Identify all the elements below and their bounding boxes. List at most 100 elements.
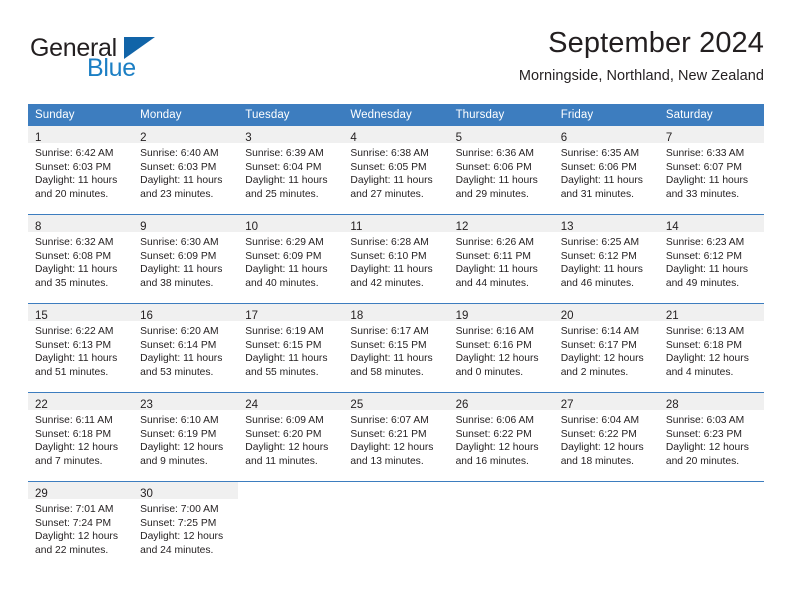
day-cell-empty bbox=[343, 481, 449, 570]
day-cell: 27 Sunrise: 6:04 AM Sunset: 6:22 PM Dayligh… bbox=[553, 392, 659, 482]
day-number: 30 bbox=[140, 488, 153, 500]
daylight-text-line2: and 2 minutes. bbox=[560, 366, 629, 378]
daylight-text-line2: and 29 minutes. bbox=[455, 188, 529, 200]
sunset-text: Sunset: 6:08 PM bbox=[35, 250, 112, 262]
daylight-text-line2: and 49 minutes. bbox=[665, 277, 740, 289]
day-cell: 4 Sunrise: 6:38 AM Sunset: 6:05 PM Daylight… bbox=[343, 126, 449, 215]
weekday-header-tuesday: Tuesday bbox=[238, 104, 344, 126]
sunrise-text: Sunrise: 6:11 AM bbox=[35, 415, 113, 426]
sunrise-text: Sunrise: 6:30 AM bbox=[140, 237, 219, 248]
sunset-text: Sunset: 6:23 PM bbox=[665, 428, 742, 440]
day-number: 22 bbox=[35, 399, 48, 411]
sunset-text: Sunset: 6:22 PM bbox=[455, 428, 532, 440]
daylight-text-line2: and 0 minutes. bbox=[455, 366, 524, 378]
day-cell: 11 Sunrise: 6:28 AM Sunset: 6:10 PM Dayligh… bbox=[343, 214, 449, 304]
sunset-text: Sunset: 6:05 PM bbox=[350, 161, 427, 173]
daylight-text-line2: and 51 minutes. bbox=[35, 366, 109, 378]
day-cell: 9 Sunrise: 6:30 AM Sunset: 6:09 PM Daylight… bbox=[133, 214, 239, 304]
sunrise-text: Sunrise: 6:26 AM bbox=[455, 237, 534, 248]
day-number: 24 bbox=[245, 399, 259, 411]
title-block: September 2024 Morningside, Northland, N… bbox=[519, 26, 764, 86]
brand-name-blue: Blue bbox=[87, 54, 136, 82]
daylight-text-line2: and 55 minutes. bbox=[245, 366, 319, 378]
sunrise-text: Sunrise: 6:25 AM bbox=[560, 237, 640, 248]
daylight-text-line2: and 18 minutes. bbox=[560, 455, 634, 467]
calendar-body: 1 Sunrise: 6:42 AM Sunset: 6:03 PM Daylight… bbox=[28, 126, 764, 570]
day-number: 19 bbox=[455, 310, 469, 322]
sunset-text: Sunset: 6:16 PM bbox=[455, 339, 532, 351]
sunrise-text: Sunrise: 6:06 AM bbox=[455, 415, 534, 426]
day-number: 2 bbox=[140, 132, 147, 144]
day-cell: 16 Sunrise: 6:20 AM Sunset: 6:14 PM Dayligh… bbox=[133, 303, 239, 393]
weekday-header-row: Sunday Monday Tuesday Wednesday Thursday… bbox=[28, 104, 764, 126]
sunrise-text: Sunrise: 6:10 AM bbox=[140, 415, 219, 426]
day-cell-empty bbox=[448, 481, 554, 570]
day-cell: 20 Sunrise: 6:14 AM Sunset: 6:17 PM Dayligh… bbox=[553, 303, 659, 393]
day-cell: 17 Sunrise: 6:19 AM Sunset: 6:15 PM Dayligh… bbox=[238, 303, 344, 393]
weekday-header-friday: Friday bbox=[553, 104, 659, 126]
sunrise-text: Sunrise: 6:23 AM bbox=[665, 237, 745, 248]
sunrise-text: Sunrise: 6:40 AM bbox=[140, 148, 219, 159]
sunrise-text: Sunrise: 6:19 AM bbox=[245, 326, 324, 337]
daylight-text-line2: and 27 minutes. bbox=[350, 188, 424, 200]
sunrise-text: Sunrise: 6:32 AM bbox=[35, 237, 114, 248]
sunrise-text: Sunrise: 6:28 AM bbox=[350, 237, 429, 248]
sunrise-sunset-calendar: Sunday Monday Tuesday Wednesday Thursday… bbox=[28, 104, 764, 570]
day-cell: 30 Sunrise: 7:00 AM Sunset: 7:25 PM Dayligh… bbox=[133, 481, 239, 570]
sunrise-text: Sunrise: 6:20 AM bbox=[140, 326, 219, 337]
daylight-text-line2: and 11 minutes. bbox=[245, 455, 318, 467]
day-number: 8 bbox=[35, 221, 42, 233]
sunset-text: Sunset: 6:22 PM bbox=[560, 428, 637, 440]
daylight-text-line2: and 46 minutes. bbox=[560, 277, 634, 289]
daylight-text-line2: and 25 minutes. bbox=[245, 188, 319, 200]
sunrise-text: Sunrise: 6:16 AM bbox=[455, 326, 534, 337]
sunrise-text: Sunrise: 6:09 AM bbox=[245, 415, 324, 426]
daylight-text-line1: Daylight: 12 hours bbox=[140, 531, 224, 543]
day-number: 21 bbox=[665, 310, 679, 322]
day-number: 27 bbox=[560, 399, 574, 411]
location-subtitle: Morningside, Northland, New Zealand bbox=[518, 68, 764, 84]
day-cell: 12 Sunrise: 6:26 AM Sunset: 6:11 PM Dayligh… bbox=[448, 214, 554, 304]
day-cell: 22 Sunrise: 6:11 AM Sunset: 6:18 PM Dayligh… bbox=[28, 392, 134, 482]
daylight-text-line1: Daylight: 11 hours bbox=[35, 353, 118, 365]
sunrise-text: Sunrise: 6:22 AM bbox=[35, 326, 114, 337]
day-cell: 28 Sunrise: 6:03 AM Sunset: 6:23 PM Dayligh… bbox=[658, 392, 764, 482]
daylight-text-line2: and 20 minutes. bbox=[665, 455, 740, 467]
sunset-text: Sunset: 6:14 PM bbox=[140, 339, 217, 351]
sunset-text: Sunset: 6:09 PM bbox=[245, 250, 322, 262]
sunset-text: Sunset: 6:18 PM bbox=[35, 428, 112, 440]
sunset-text: Sunset: 6:18 PM bbox=[665, 339, 742, 351]
daylight-text-line1: Daylight: 12 hours bbox=[665, 442, 749, 454]
daylight-text-line1: Daylight: 11 hours bbox=[560, 264, 643, 276]
week-row: 1 Sunrise: 6:42 AM Sunset: 6:03 PM Daylight… bbox=[28, 126, 764, 215]
sunrise-text: Sunrise: 6:07 AM bbox=[350, 415, 429, 426]
sunrise-text: Sunrise: 6:42 AM bbox=[35, 148, 114, 159]
day-number: 5 bbox=[455, 132, 462, 144]
day-cell: 19 Sunrise: 6:16 AM Sunset: 6:16 PM Dayligh… bbox=[448, 303, 554, 393]
sunset-text: Sunset: 6:09 PM bbox=[140, 250, 217, 262]
day-cell: 23 Sunrise: 6:10 AM Sunset: 6:19 PM Dayligh… bbox=[133, 392, 239, 482]
day-number: 17 bbox=[245, 310, 259, 322]
daylight-text-line2: and 20 minutes. bbox=[35, 188, 109, 200]
day-cell: 21 Sunrise: 6:13 AM Sunset: 6:18 PM Dayligh… bbox=[658, 303, 764, 393]
daylight-text-line2: and 13 minutes. bbox=[350, 455, 424, 467]
sunset-text: Sunset: 7:25 PM bbox=[140, 517, 217, 529]
sunset-text: Sunset: 6:13 PM bbox=[35, 339, 112, 351]
daylight-text-line1: Daylight: 12 hours bbox=[665, 353, 749, 365]
day-cell: 29 Sunrise: 7:01 AM Sunset: 7:24 PM Dayligh… bbox=[28, 481, 134, 570]
sunset-text: Sunset: 6:17 PM bbox=[560, 339, 637, 351]
brand-logo[interactable]: General Blue bbox=[28, 32, 248, 90]
sunrise-text: Sunrise: 6:17 AM bbox=[350, 326, 429, 337]
daylight-text-line2: and 58 minutes. bbox=[350, 366, 424, 378]
daylight-text-line1: Daylight: 11 hours bbox=[35, 175, 118, 187]
sunset-text: Sunset: 6:11 PM bbox=[455, 250, 531, 262]
weekday-header-monday: Monday bbox=[133, 104, 239, 126]
sunrise-text: Sunrise: 6:03 AM bbox=[665, 415, 745, 426]
daylight-text-line1: Daylight: 12 hours bbox=[35, 531, 118, 543]
daylight-text-line1: Daylight: 11 hours bbox=[35, 264, 118, 276]
day-cell: 18 Sunrise: 6:17 AM Sunset: 6:15 PM Dayligh… bbox=[343, 303, 449, 393]
day-number: 20 bbox=[560, 310, 574, 322]
daylight-text-line1: Daylight: 12 hours bbox=[560, 353, 644, 365]
daylight-text-line1: Daylight: 11 hours bbox=[560, 175, 643, 187]
daylight-text-line2: and 33 minutes. bbox=[665, 188, 740, 200]
